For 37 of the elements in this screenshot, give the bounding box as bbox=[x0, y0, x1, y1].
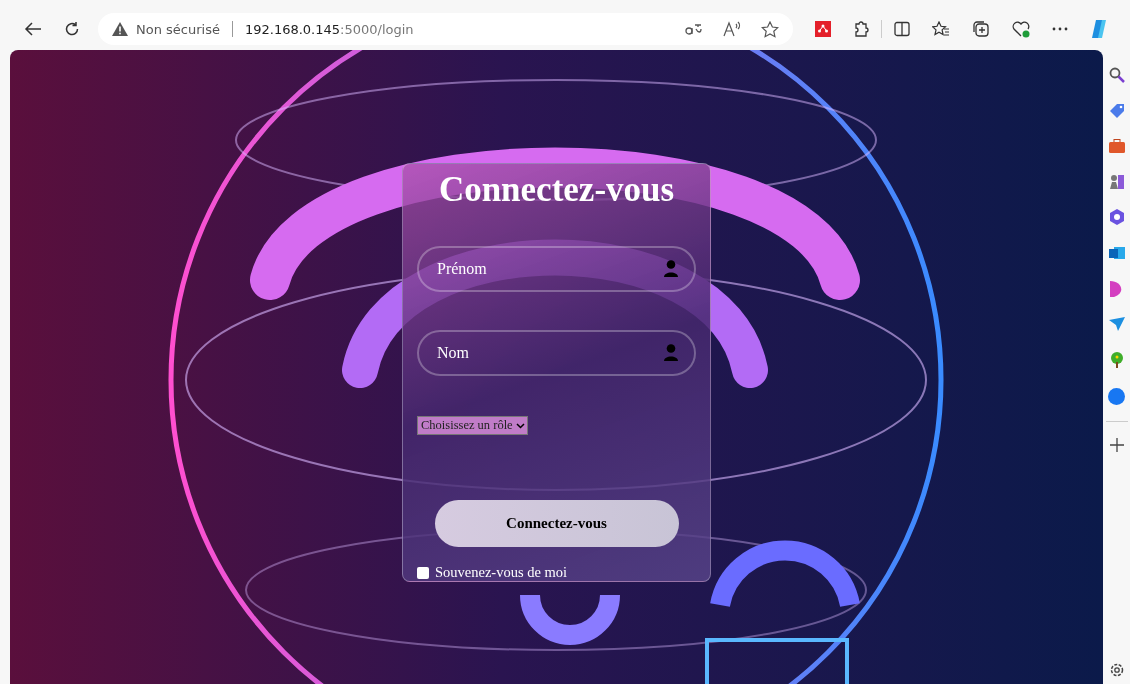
circle-app-icon[interactable] bbox=[1108, 388, 1125, 405]
split-screen-icon[interactable] bbox=[894, 21, 910, 37]
user-icon bbox=[664, 260, 678, 277]
refresh-icon[interactable] bbox=[64, 21, 80, 37]
login-button[interactable]: Connectez-vous bbox=[434, 500, 679, 547]
back-icon[interactable] bbox=[24, 21, 42, 37]
chess-pieces-icon[interactable] bbox=[1108, 173, 1125, 189]
address-bar[interactable]: Non sécurisé 192.168.0.145:5000/login bbox=[98, 13, 793, 45]
swirl-logo-icon[interactable] bbox=[1090, 19, 1108, 39]
settings-icon[interactable] bbox=[1108, 662, 1125, 678]
paper-plane-icon[interactable] bbox=[1108, 317, 1125, 331]
add-icon[interactable] bbox=[1109, 438, 1124, 452]
tag-icon[interactable] bbox=[1108, 103, 1125, 119]
star-icon[interactable] bbox=[761, 20, 779, 38]
user-icon bbox=[664, 344, 678, 361]
remember-label: Souvenez-vous de moi bbox=[435, 564, 568, 581]
tree-icon[interactable] bbox=[1109, 351, 1124, 368]
favorites-icon[interactable] bbox=[932, 21, 950, 37]
role-dropdown[interactable]: Choisissez un rôle bbox=[417, 416, 528, 435]
read-aloud-icon[interactable] bbox=[723, 21, 741, 37]
health-heart-icon[interactable] bbox=[1012, 20, 1030, 38]
extension-icon[interactable] bbox=[815, 21, 831, 37]
search-icon[interactable] bbox=[1108, 67, 1125, 83]
more-icon[interactable] bbox=[1052, 27, 1068, 31]
security-label: Non sécurisé bbox=[136, 21, 220, 37]
login-title: Connectez-vous bbox=[438, 170, 675, 210]
collections-icon[interactable] bbox=[972, 20, 990, 38]
briefcase-icon[interactable] bbox=[1108, 139, 1125, 153]
hexagon-icon[interactable] bbox=[1108, 209, 1125, 225]
chevron-down-icon bbox=[515, 422, 525, 429]
translate-icon[interactable] bbox=[685, 22, 703, 36]
mail-app-icon[interactable] bbox=[1108, 245, 1125, 261]
url-text: 192.168.0.145:5000/login bbox=[244, 21, 414, 37]
checkbox[interactable] bbox=[417, 566, 429, 579]
warning-icon bbox=[112, 22, 128, 36]
swoosh-icon[interactable] bbox=[1109, 281, 1124, 297]
puzzle-icon[interactable] bbox=[853, 20, 869, 38]
